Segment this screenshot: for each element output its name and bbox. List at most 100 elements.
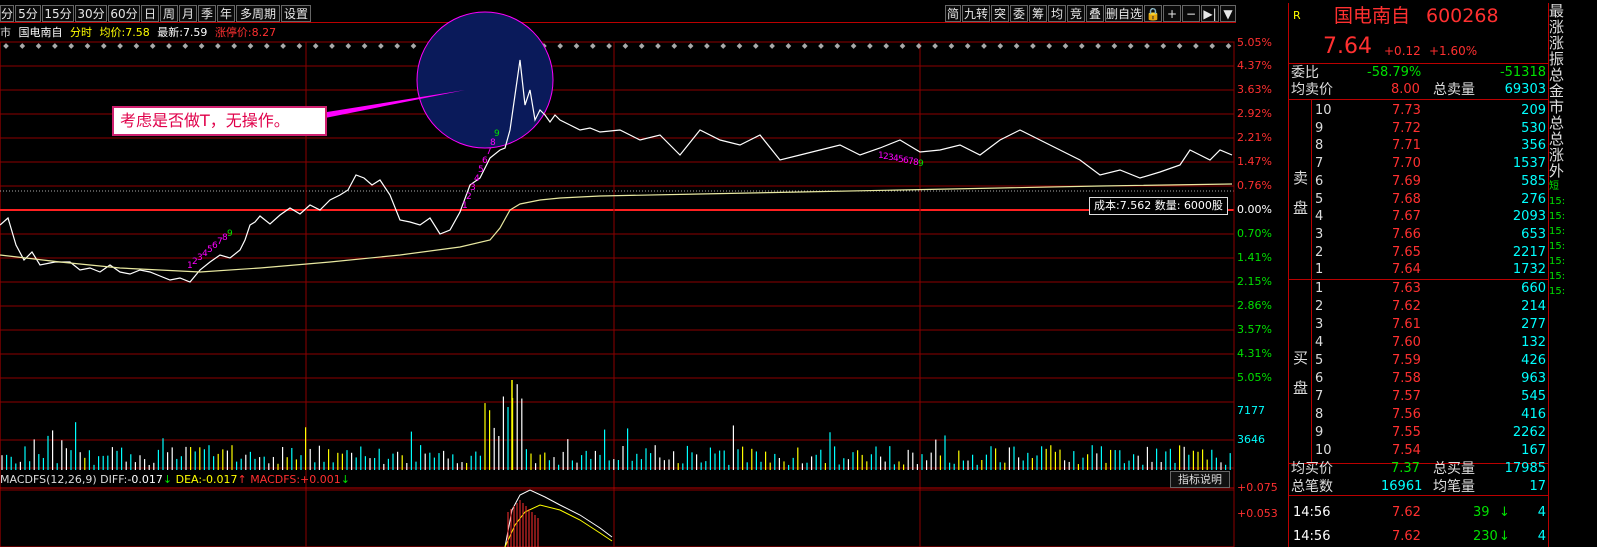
price-axis-label: 0.00% xyxy=(1237,203,1272,216)
price-axis-label: 5.05% xyxy=(1237,36,1272,49)
ask-price: 7.69 xyxy=(1392,173,1421,189)
bid-level: 6 xyxy=(1315,371,1324,386)
quote-panel: R 国电南自 600268 7.64 +0.12 +1.60% 委比 -58.79% -5131… xyxy=(1288,3,1549,547)
tick-seq-label: 1 xyxy=(462,201,468,211)
sell-total-label: 总卖量 xyxy=(1433,82,1475,98)
event-diamond-marker xyxy=(769,43,775,49)
tick-time: 14:56 xyxy=(1293,529,1331,544)
event-diamond-marker xyxy=(785,43,792,49)
ask-row: 5 7.68 276 xyxy=(1289,191,1549,209)
price-axis-label: 0.76% xyxy=(1237,179,1272,192)
ask-price: 7.70 xyxy=(1392,156,1421,172)
event-diamond-marker xyxy=(198,43,205,49)
event-diamond-marker xyxy=(638,43,645,49)
bid-price: 7.55 xyxy=(1392,425,1421,440)
price-line xyxy=(0,59,1233,283)
side-column-item: 短 xyxy=(1549,181,1559,192)
price-axis-label: 2.92% xyxy=(1237,107,1272,120)
side-column-item: 市 xyxy=(1549,98,1565,116)
bid-row: 3 7.61 277 xyxy=(1289,316,1549,334)
event-diamond-marker xyxy=(345,43,352,49)
bid-price: 7.54 xyxy=(1392,443,1421,458)
side-column-item: 最 xyxy=(1549,3,1565,20)
ask-price: 7.72 xyxy=(1392,120,1421,136)
down-arrow-icon: ↓ xyxy=(1499,505,1510,520)
bid-row: 8 7.56 416 xyxy=(1289,406,1549,424)
r-badge: R xyxy=(1293,9,1301,22)
side-column-item: 振 xyxy=(1549,50,1565,68)
event-diamond-marker xyxy=(100,43,107,49)
ask-row: 6 7.69 585 xyxy=(1289,173,1549,191)
ask-row: 8 7.71 356 xyxy=(1289,137,1549,155)
trades-label: 总笔数 xyxy=(1291,479,1333,495)
tick-row: 14:56 7.62 230 ↓ 4 xyxy=(1289,528,1549,546)
volume-axis-label: 3646 xyxy=(1237,433,1265,446)
event-diamond-marker xyxy=(68,43,75,49)
intraday-chart[interactable]: 1 2 3 4 5 6 7 8 91234567891 2 3 4 5 6 7 8 95.05%4.37%3.6… xyxy=(0,0,1288,547)
side-column-item: 15: xyxy=(1549,226,1566,237)
ask-price: 7.67 xyxy=(1392,209,1421,225)
event-diamond-marker xyxy=(1144,43,1150,49)
event-diamond-marker xyxy=(801,43,808,49)
price-axis-label: 2.86% xyxy=(1237,299,1272,312)
indicator-help-button[interactable]: 指标说明 xyxy=(1170,471,1230,488)
tick-count: 4 xyxy=(1537,529,1546,544)
ask-volume: 653 xyxy=(1521,226,1546,242)
price-axis-label: 4.37% xyxy=(1237,59,1272,72)
event-diamond-marker xyxy=(1046,43,1053,49)
event-diamond-marker xyxy=(899,43,906,49)
sell-summary-row: 均卖价 8.00 总卖量 69303 xyxy=(1289,81,1549,99)
event-diamond-marker xyxy=(622,43,629,49)
price-change-pct: +1.60% xyxy=(1429,44,1478,58)
bid-volume: 545 xyxy=(1521,389,1546,404)
ask-row: 9 7.72 530 xyxy=(1289,120,1549,138)
ask-row: 3 7.66 653 xyxy=(1289,226,1549,244)
bid-row: 4 7.60 132 xyxy=(1289,334,1549,352)
event-diamond-marker xyxy=(818,43,824,49)
bid-row: 5 7.59 426 xyxy=(1289,352,1549,370)
macd-axis-label: +0.053 xyxy=(1237,507,1278,520)
bid-level: 3 xyxy=(1315,317,1324,332)
bid-volume: 2262 xyxy=(1512,425,1546,440)
event-diamond-marker xyxy=(655,43,661,49)
price-axis-label: 3.63% xyxy=(1237,83,1272,96)
side-column-item: 外 xyxy=(1549,162,1565,180)
side-column-item: 涨 xyxy=(1549,34,1565,52)
bid-row: 10 7.54 167 xyxy=(1289,442,1549,460)
down-arrow-icon: ↓ xyxy=(162,473,173,486)
ask-level: 10 xyxy=(1315,103,1332,118)
event-diamond-marker xyxy=(247,43,254,49)
side-column-item: 15: xyxy=(1549,286,1566,297)
per-trade-value: 17 xyxy=(1529,479,1546,494)
ask-row: 1 7.64 1732 xyxy=(1289,261,1549,279)
weibi-row: 委比 -58.79% -51318 xyxy=(1289,64,1549,82)
bid-price: 7.58 xyxy=(1392,371,1421,386)
event-diamond-marker xyxy=(997,43,1004,49)
event-diamond-marker xyxy=(932,43,938,49)
ask-level: 5 xyxy=(1315,191,1324,207)
ask-level: 2 xyxy=(1315,244,1324,260)
qty-label: 数量: xyxy=(1154,199,1181,212)
price-axis-label: 1.41% xyxy=(1237,251,1272,264)
down-arrow-icon: ↓ xyxy=(340,473,350,486)
side-column-item: 涨 xyxy=(1549,146,1565,164)
quote-title-row: R 国电南自 600268 xyxy=(1289,5,1549,27)
event-diamond-marker xyxy=(263,43,270,49)
stock-code: 600268 xyxy=(1426,5,1499,27)
macdfs-label: MACDFS: xyxy=(250,473,301,486)
side-column-item: 15: xyxy=(1549,196,1566,207)
tick-seq-label: 9 xyxy=(494,129,500,139)
ask-volume: 585 xyxy=(1521,173,1546,189)
event-diamond-marker xyxy=(84,43,91,49)
side-column-item: 15: xyxy=(1549,256,1566,267)
ask-volume: 2093 xyxy=(1512,209,1546,225)
sell-avg-value: 8.00 xyxy=(1391,82,1420,97)
event-diamond-marker xyxy=(883,43,890,49)
side-column-item: 15: xyxy=(1549,241,1566,252)
ask-level: 8 xyxy=(1315,138,1324,154)
event-diamond-marker xyxy=(312,43,319,49)
up-arrow-icon: ↑ xyxy=(237,473,247,486)
event-diamond-marker xyxy=(182,43,189,49)
bid-row: 1 7.63 660 xyxy=(1289,280,1549,298)
event-diamond-marker xyxy=(704,43,710,49)
